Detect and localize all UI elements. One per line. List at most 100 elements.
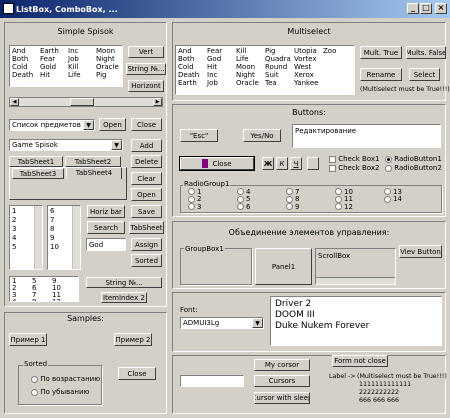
list-item[interactable]: Kill: [68, 63, 96, 71]
radiogroup-option[interactable]: 3: [188, 203, 237, 211]
maximize-button[interactable]: □: [420, 3, 432, 14]
radio-icon[interactable]: [237, 188, 244, 195]
simple-listbox[interactable]: And Earth Inc Moon Both Fear Job Night Cold Gold K…: [9, 45, 123, 87]
list-item[interactable]: Job: [68, 55, 96, 63]
radio-icon[interactable]: [188, 203, 195, 210]
radiogroup-option[interactable]: 1: [188, 188, 237, 196]
radio-icon[interactable]: [237, 195, 244, 203]
list-item[interactable]: Vortex: [294, 55, 323, 63]
cursors-button[interactable]: Cursors: [254, 375, 310, 387]
radio-icon[interactable]: [335, 195, 342, 203]
list-item[interactable]: Round: [265, 63, 294, 71]
form-not-close-button[interactable]: Form not close: [332, 355, 388, 367]
radio-button1[interactable]: RadioButton1: [385, 155, 442, 163]
list-item[interactable]: [323, 55, 352, 63]
list-item[interactable]: Inc: [68, 47, 96, 55]
tab-sheet4[interactable]: TabSheet4: [66, 167, 122, 179]
font-list-item[interactable]: Duke Nukem Forever: [275, 321, 437, 332]
list-item[interactable]: Life: [236, 55, 265, 63]
list-item[interactable]: Earth: [40, 47, 68, 55]
chevron-down-icon[interactable]: ▼: [111, 140, 122, 150]
multiselect-listbox[interactable]: And Fear Kill Pig Utopia Zoo Both God Life Quadra…: [175, 45, 355, 95]
radiogroup-option[interactable]: 8: [286, 195, 335, 204]
list-item[interactable]: Both: [12, 55, 40, 63]
vertical-scrollbar[interactable]: [34, 206, 42, 269]
list-item[interactable]: Cold: [178, 63, 207, 71]
checkbox-icon[interactable]: [329, 164, 336, 172]
radio-icon[interactable]: [286, 195, 293, 203]
radiogroup-option[interactable]: 7: [286, 188, 335, 196]
save-button[interactable]: Save: [131, 205, 162, 218]
list-item[interactable]: [323, 79, 352, 87]
add-button[interactable]: Add: [131, 139, 162, 152]
horizont-button[interactable]: Horizont: [128, 80, 164, 92]
close-window-button[interactable]: ×: [435, 3, 447, 14]
number-listbox-1[interactable]: 12345: [9, 205, 43, 270]
view-button[interactable]: Viev Button: [399, 245, 442, 258]
rename-button[interactable]: Rename: [360, 68, 402, 81]
check-box2[interactable]: Check Box2: [329, 164, 379, 172]
list-item[interactable]: Night: [96, 55, 122, 63]
chevron-down-icon[interactable]: ▼: [252, 318, 263, 328]
tab-sheet3[interactable]: TabSheet3: [12, 168, 64, 179]
radiogroup-option[interactable]: 4: [237, 188, 286, 196]
list-item[interactable]: Quadra: [265, 55, 294, 63]
sorted-button[interactable]: Sorted: [131, 254, 162, 267]
underline-button[interactable]: Ч: [290, 157, 302, 170]
items-combobox[interactable]: Список предметов ▼: [9, 119, 95, 131]
horizontal-scrollbar[interactable]: [316, 277, 395, 284]
list-item[interactable]: Gold: [40, 63, 68, 71]
list-item[interactable]: Hit: [207, 63, 236, 71]
list-item[interactable]: Oracle: [96, 63, 122, 71]
close-bitmap-button[interactable]: Close: [179, 156, 255, 171]
radiogroup-option[interactable]: 10: [335, 188, 384, 196]
radio-icon[interactable]: [286, 188, 293, 195]
mult-true-button[interactable]: Mult. True: [360, 46, 402, 59]
mult-false-button[interactable]: Mults. False: [406, 46, 446, 59]
radiogroup-option[interactable]: 2: [188, 195, 237, 204]
itemindex-button[interactable]: ItemIndex 2: [101, 292, 147, 303]
list-item[interactable]: Xerox: [294, 71, 323, 79]
list-item[interactable]: Death: [12, 71, 40, 79]
radiogroup-option[interactable]: 5: [237, 195, 286, 204]
list-item[interactable]: 8: [32, 299, 52, 302]
radiogroup-option[interactable]: 11: [335, 195, 384, 204]
radio-icon[interactable]: [237, 203, 244, 210]
radio-icon[interactable]: [335, 203, 342, 210]
radiogroup-option[interactable]: 13: [384, 188, 433, 196]
list-item[interactable]: Zoo: [323, 47, 352, 55]
list-item[interactable]: Earth: [178, 79, 207, 87]
list-item[interactable]: Cold: [12, 63, 40, 71]
radio-icon[interactable]: [335, 188, 342, 195]
list-item[interactable]: Death: [178, 71, 207, 79]
list-item[interactable]: Life: [68, 71, 96, 79]
assign-button[interactable]: Assign: [131, 238, 162, 251]
blank-button[interactable]: [307, 157, 319, 170]
list-item[interactable]: Both: [178, 55, 207, 63]
radiogroup-option[interactable]: 6: [237, 203, 286, 211]
font-list-item[interactable]: Driver 2: [275, 299, 437, 310]
list-item[interactable]: Job: [207, 79, 236, 87]
tab-sheet1[interactable]: TabSheet1: [9, 156, 63, 167]
font-listbox[interactable]: Driver 2 DOOM III Duke Nukem Forever: [270, 296, 442, 346]
radiogroup-option[interactable]: [384, 203, 433, 211]
clear-button[interactable]: Clear: [131, 172, 162, 185]
tab-sheet2[interactable]: TabSheet2: [65, 156, 121, 167]
select-button[interactable]: Select: [409, 68, 440, 81]
list-item[interactable]: Yankee: [294, 79, 323, 87]
list-item[interactable]: Pig: [265, 47, 294, 55]
list-item[interactable]: Hit: [40, 71, 68, 79]
radio-icon[interactable]: [31, 388, 38, 396]
list-item[interactable]: Tea: [265, 79, 294, 87]
list-item[interactable]: God: [207, 55, 236, 63]
list-item[interactable]: West: [294, 63, 323, 71]
number-grid[interactable]: 1 5 9 2 6 10 3 7 11 4 8 12: [9, 276, 79, 302]
scroll-thumb[interactable]: [70, 98, 94, 106]
scroll-left-arrow-icon[interactable]: ◀: [10, 98, 19, 106]
radio-icon[interactable]: [188, 188, 195, 195]
list-item[interactable]: Pig: [96, 71, 122, 79]
tabsheet-button[interactable]: TabSheet: [129, 221, 164, 234]
bold-button[interactable]: Ж: [262, 157, 274, 170]
samples-close-button[interactable]: Close: [118, 367, 156, 380]
example1-button[interactable]: Пример 1: [9, 333, 47, 346]
